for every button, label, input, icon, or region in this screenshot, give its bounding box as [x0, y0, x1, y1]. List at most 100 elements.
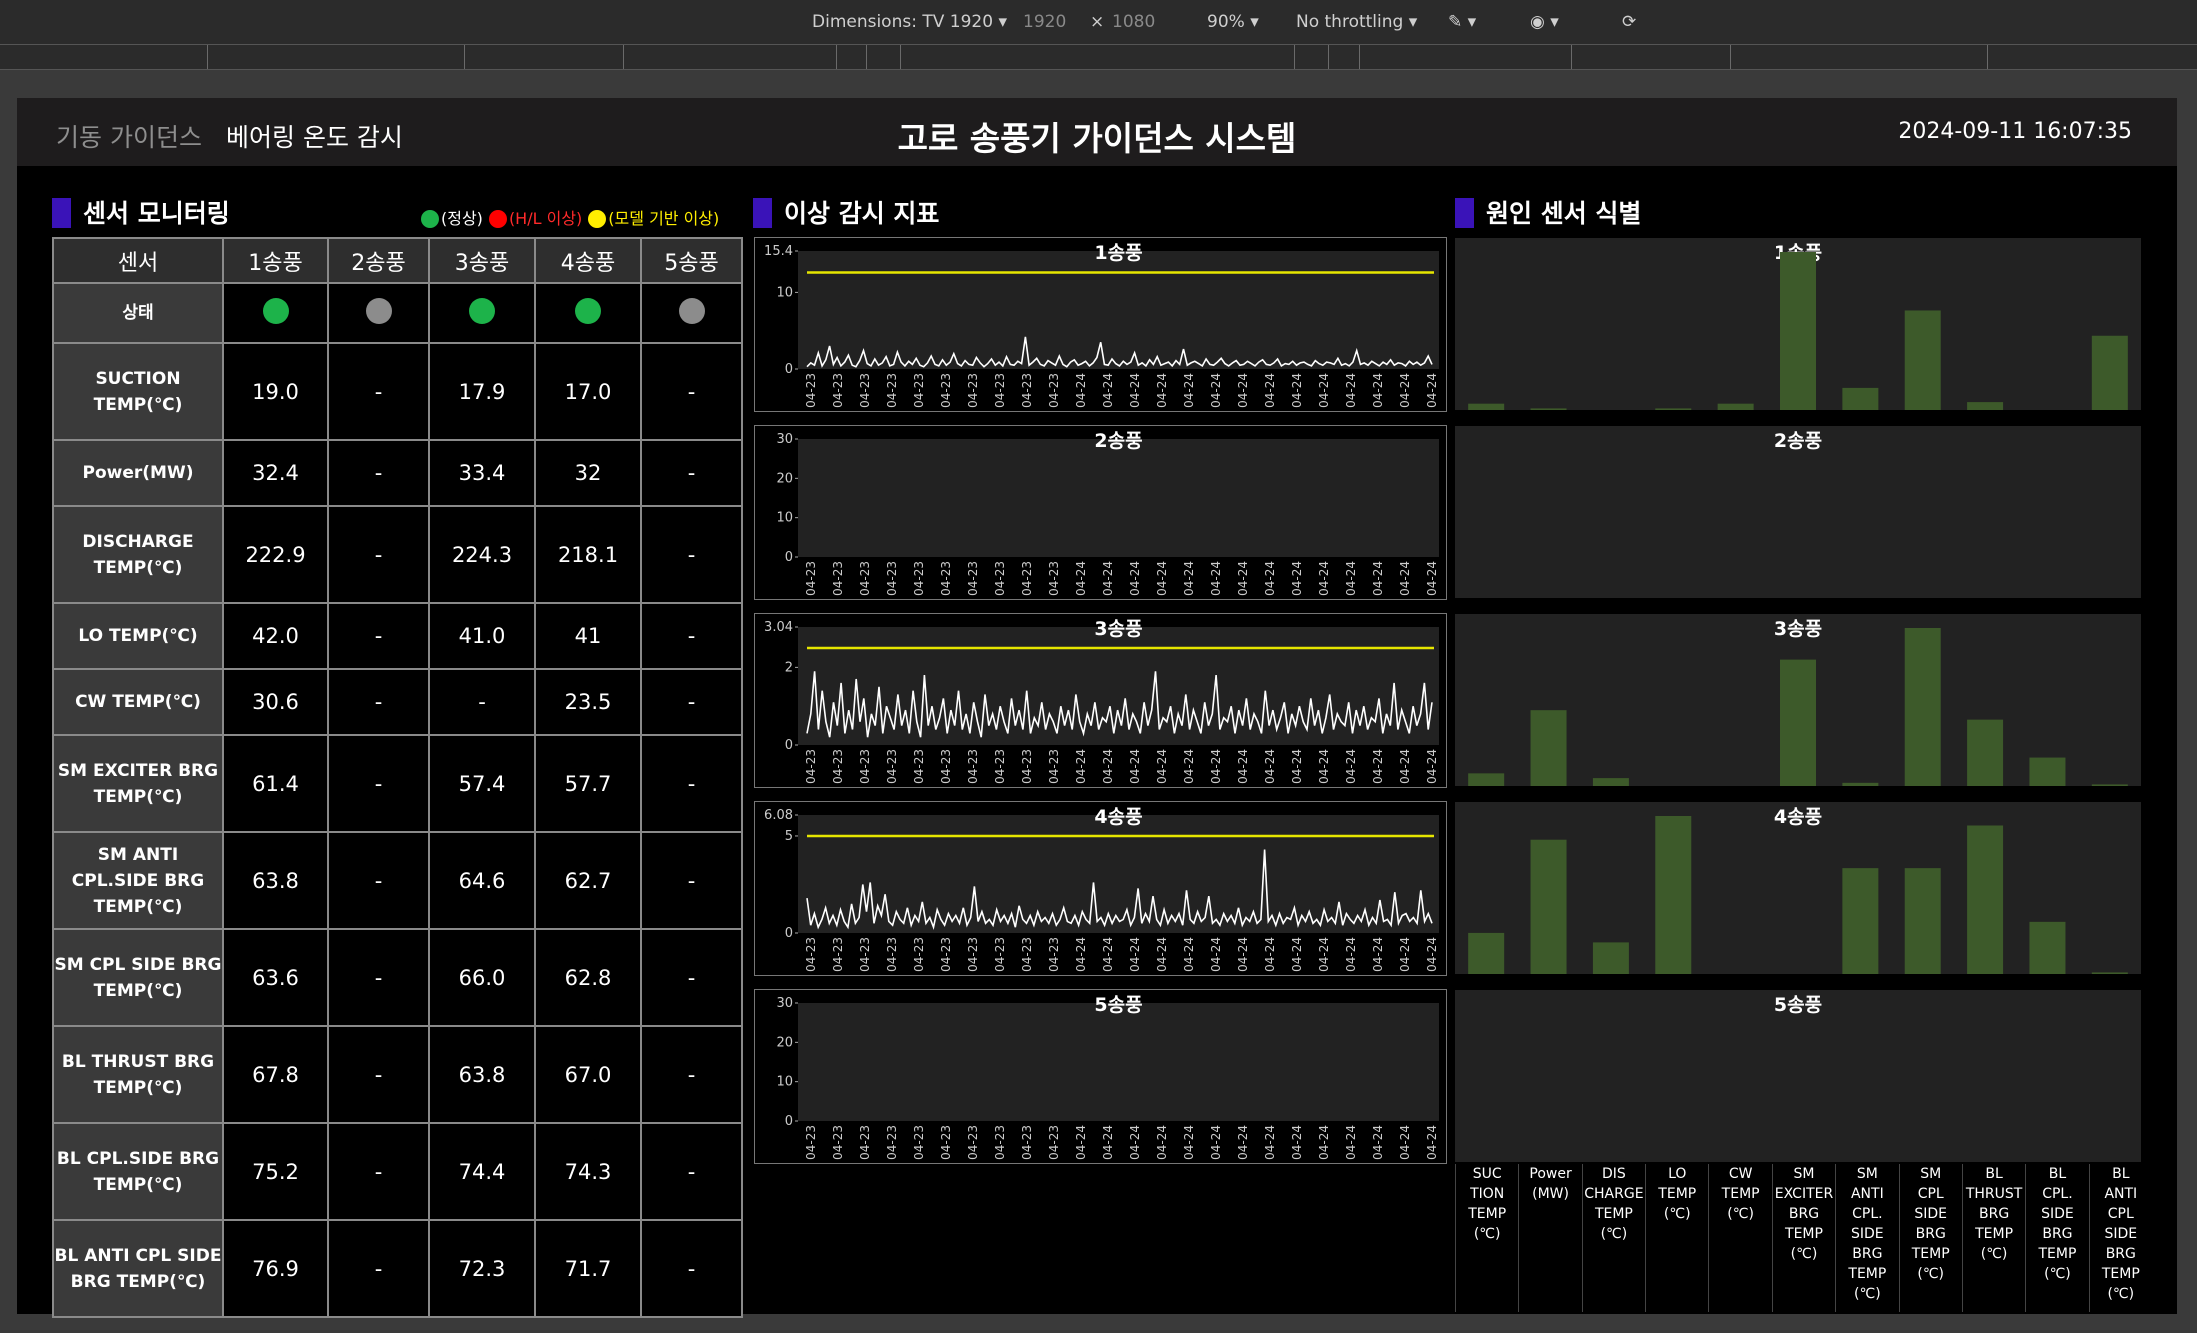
- status-row: 상태: [52, 282, 743, 344]
- x-tick-label: 04-23: [804, 749, 818, 784]
- x-tick-label: 04-24: [1317, 561, 1331, 596]
- y-tick-label: 15.4: [764, 244, 793, 259]
- table-cell: 32.4: [222, 439, 329, 507]
- table-cell: 67.0: [534, 1025, 642, 1124]
- category-label: SM EXCITER BRG TEMP (℃): [1771, 1164, 1835, 1312]
- x-tick-label: 04-24: [1371, 1125, 1385, 1160]
- status-cell: [428, 282, 536, 344]
- table-cell: -: [327, 734, 430, 833]
- y-tick-label: 0: [785, 738, 793, 753]
- chart-title: 2송풍: [1774, 430, 1822, 452]
- bar: [1530, 408, 1567, 410]
- height-input[interactable]: 1080: [1112, 12, 1155, 32]
- eye-icon[interactable]: ◉ ▾: [1530, 12, 1559, 32]
- x-tick-label: 04-24: [1398, 749, 1412, 784]
- bar: [1780, 252, 1816, 410]
- zoom-select[interactable]: 90% ▾: [1207, 12, 1259, 32]
- dimensions-select[interactable]: Dimensions: TV 1920 ▾: [812, 12, 1007, 32]
- sensor-table: 센서 1송풍 2송풍 3송풍 4송풍 5송풍 상태 SUCTION TEMP(℃) 19.0-…: [52, 237, 743, 1318]
- column-header-blower: 4송풍: [534, 237, 642, 284]
- x-tick-label: 04-24: [1263, 561, 1277, 596]
- times-label: ×: [1090, 12, 1105, 32]
- table-cell: 64.6: [428, 831, 536, 930]
- x-tick-label: 04-24: [1074, 1125, 1088, 1160]
- cause-chart: 1송풍: [1455, 238, 2141, 410]
- media-query-ruler[interactable]: [0, 44, 2197, 70]
- bar: [1592, 942, 1629, 974]
- throttling-select[interactable]: No throttling ▾: [1296, 12, 1417, 32]
- dimensions-label: Dimensions: TV 1920: [812, 12, 994, 32]
- section-marker: [1455, 198, 1474, 228]
- table-cell: -: [640, 928, 743, 1027]
- table-cell: 222.9: [222, 505, 329, 604]
- status-cell: [222, 282, 329, 344]
- category-label: LO TEMP (℃): [1645, 1164, 1708, 1312]
- table-cell: 57.7: [534, 734, 642, 833]
- x-tick-label: 04-24: [1101, 749, 1115, 784]
- ruler-tick: [1359, 45, 1360, 69]
- status-dot-icon: [678, 297, 705, 324]
- x-tick-label: 04-24: [1155, 749, 1169, 784]
- cause-chart: 5송풍: [1455, 990, 2141, 1162]
- x-tick-label: 04-24: [1209, 561, 1223, 596]
- bar: [1655, 408, 1692, 410]
- width-input[interactable]: 1920: [1023, 12, 1066, 32]
- plot-area: [798, 439, 1439, 557]
- status-dot-icon: [365, 297, 392, 324]
- x-tick-label: 04-23: [804, 561, 818, 596]
- eyedropper-icon[interactable]: ✎ ▾: [1448, 12, 1476, 32]
- table-cell: 66.0: [428, 928, 536, 1027]
- x-tick-label: 04-23: [1047, 1125, 1061, 1160]
- table-cell: -: [640, 505, 743, 604]
- rotate-icon[interactable]: ⟳: [1622, 12, 1636, 32]
- y-tick-label: 20: [776, 1035, 793, 1050]
- status-cell: [534, 282, 642, 344]
- bar: [1842, 782, 1879, 786]
- sensor-name: BL CPL.SIDE BRG TEMP(℃): [52, 1122, 224, 1221]
- x-tick-label: 04-23: [1020, 749, 1034, 784]
- legend-dot-icon: [588, 210, 607, 228]
- x-tick-label: 04-23: [885, 937, 899, 972]
- table-cell: -: [640, 1122, 743, 1221]
- table-cell: 76.9: [222, 1219, 329, 1318]
- chart-title: 1송풍: [1094, 242, 1142, 264]
- table-row: CW TEMP(℃) 30.6- -23.5-: [52, 668, 743, 736]
- bar: [1780, 659, 1816, 786]
- y-tick-label: 6.08: [764, 808, 793, 823]
- y-tick-label: 0: [785, 926, 793, 941]
- sensor-name: LO TEMP(℃): [52, 602, 224, 670]
- x-tick-label: 04-24: [1344, 561, 1358, 596]
- anomaly-chart: 4송풍 0 5 6.08 04-23 04-23 04-23 04-23 04-23 04-23 0…: [754, 801, 1447, 976]
- bar: [1904, 628, 1941, 786]
- x-tick-label: 04-24: [1074, 749, 1088, 784]
- table-row: SM EXCITER BRG TEMP(℃) 61.4-57.4 57.7-: [52, 734, 743, 833]
- x-tick-label: 04-24: [1425, 373, 1439, 408]
- anomaly-chart: 5송풍 0 10 20 30 04-23 04-23 04-23 04-23 04-23 04-23…: [754, 989, 1447, 1164]
- x-tick-label: 04-24: [1236, 561, 1250, 596]
- x-tick-label: 04-23: [831, 749, 845, 784]
- x-tick-label: 04-24: [1155, 561, 1169, 596]
- table-row: SM ANTI CPL.SIDE BRG TEMP(℃) 63.8-64.6 62.…: [52, 831, 743, 930]
- x-tick-label: 04-24: [1317, 749, 1331, 784]
- x-tick-label: 04-23: [912, 561, 926, 596]
- x-tick-label: 04-24: [1398, 561, 1412, 596]
- cause-chart-panel: 3송풍: [1455, 614, 2141, 786]
- table-row: DISCHARGE TEMP(℃) 222.9-224.3 218.1-: [52, 505, 743, 604]
- legend-item: (H/L 이상): [488, 209, 582, 228]
- bar: [1904, 310, 1941, 410]
- bar: [1655, 816, 1692, 974]
- table-cell: -: [428, 668, 536, 736]
- x-tick-label: 04-24: [1344, 749, 1358, 784]
- table-cell: 62.7: [534, 831, 642, 930]
- table-cell: -: [640, 602, 743, 670]
- cause-chart: 4송풍: [1455, 802, 2141, 974]
- table-cell: -: [327, 928, 430, 1027]
- bar: [1530, 710, 1567, 786]
- x-tick-label: 04-24: [1263, 1125, 1277, 1160]
- x-tick-label: 04-23: [858, 1125, 872, 1160]
- status-cell: [640, 282, 743, 344]
- table-cell: 23.5: [534, 668, 642, 736]
- table-cell: -: [327, 505, 430, 604]
- bar: [1842, 387, 1879, 410]
- y-tick-label: 20: [776, 471, 793, 486]
